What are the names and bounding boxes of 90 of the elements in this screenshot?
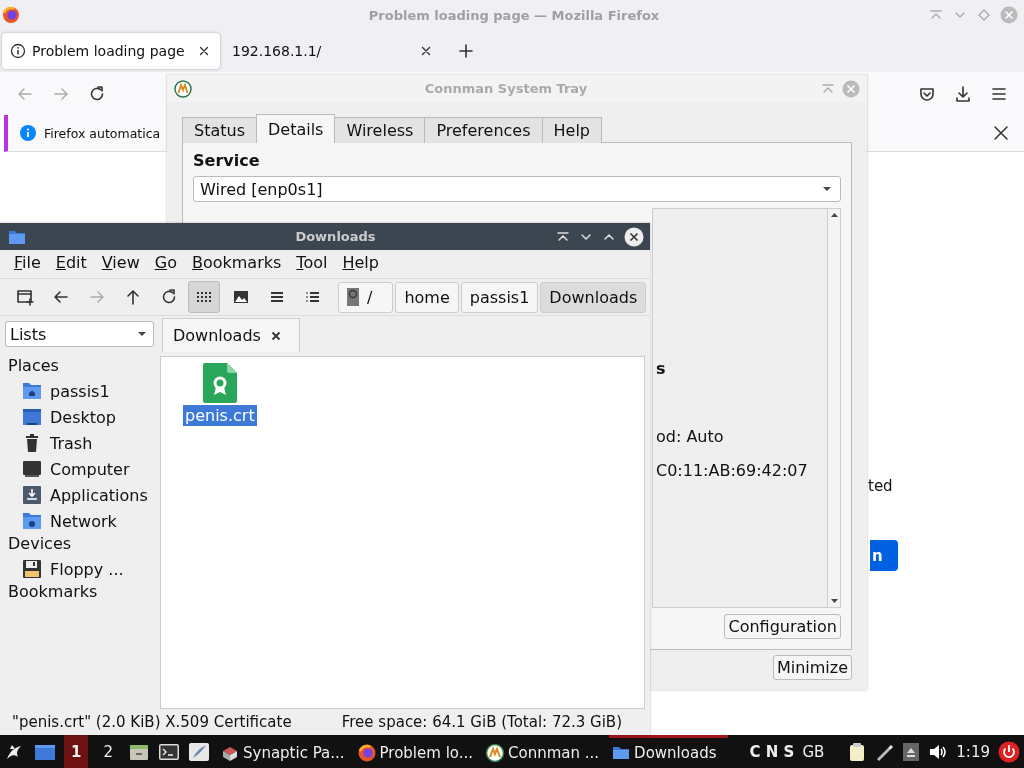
browser-logo-icon [356,743,377,763]
workspace-button[interactable]: 2 [96,735,120,768]
sidebar-item[interactable]: Floppy ... [8,556,158,582]
download-icon[interactable] [954,84,972,103]
free-space-text: Free space: 64.1 GiB (Total: 72.3 GiB) [341,713,622,731]
browser-tab[interactable]: Problem loading page [2,33,220,69]
sidebar-item[interactable]: Applications [8,482,158,508]
page-button[interactable]: n [870,540,898,571]
reload-icon[interactable] [160,288,178,306]
minimize-button[interactable]: Minimize [772,655,852,680]
window-title: Downloads [294,229,377,244]
keyboard-layout[interactable]: GB [802,742,825,761]
drive-icon [347,288,359,306]
workspace-button[interactable]: 1 [64,735,89,768]
menu-item[interactable]: Tool [296,252,328,272]
tab[interactable]: Details [256,114,336,143]
scroll-up-icon [829,212,839,218]
folder-icon [8,228,26,245]
folder-tab[interactable]: Downloads [162,318,300,352]
close-icon[interactable] [270,330,281,341]
detail-text: od: Auto [656,427,725,448]
power-icon[interactable] [998,740,1020,763]
side-pane-dropdown[interactable]: Lists [5,321,154,347]
lock-key-indicator: C N S [749,742,795,761]
tab[interactable]: Status [182,117,257,143]
home-folder-icon [22,381,42,401]
browser-tab[interactable]: 192.168.1.1/ [224,33,442,69]
sidebar-item[interactable]: Network [8,508,158,534]
page-text: ted [868,477,893,495]
menu-item[interactable]: File [14,252,41,272]
menu-item[interactable]: Bookmarks [191,252,282,272]
dropdown-arrow-icon [137,331,147,337]
file-name[interactable]: penis.crt [183,405,257,426]
info-icon [20,125,36,141]
detail-text: s [656,359,667,380]
reload-icon[interactable] [88,84,106,103]
terminal-icon[interactable] [158,741,180,762]
sidebar-heading[interactable]: Bookmarks [8,582,158,604]
detail-text: C0:11:AB:69:42:07 [656,461,809,482]
floppy-icon [22,559,42,579]
new-tab-icon[interactable] [458,43,474,59]
close-icon[interactable] [624,226,644,247]
task-button[interactable]: Connman ... [483,735,602,768]
certificate-file-icon[interactable] [202,363,237,403]
sidebar-item[interactable]: passis1 [8,378,158,404]
text-editor-icon[interactable] [188,741,210,762]
network-folder-icon [22,511,42,531]
path-button[interactable]: / [338,281,394,313]
sidebar-heading[interactable]: Places [8,356,158,378]
sidebar-item[interactable]: Computer [8,456,158,482]
menu-item[interactable]: Edit [55,252,87,272]
sidebar-item[interactable]: Trash [8,430,158,456]
tab[interactable]: Help [541,117,602,143]
scroll-down-icon [829,598,839,604]
sidebar-heading[interactable]: Devices [8,534,158,556]
info-icon [10,43,26,59]
path-button[interactable]: passis1 [460,281,539,313]
download-folder-icon [22,485,42,505]
network-app-icon [174,79,192,98]
network-tray-icon [485,743,506,763]
window-title: Problem loading page — Mozilla Firefox [367,7,661,23]
browser-logo-icon [2,6,20,24]
window-title: Connman System Tray [423,81,589,96]
task-button[interactable]: Problem lo... [354,735,476,768]
section-heading: Service [193,151,261,170]
configuration-button[interactable]: Configuration [724,614,841,639]
clock[interactable]: 1:19 [956,742,990,761]
service-dropdown[interactable]: Wired [enp0s1] [193,176,841,202]
computer-icon [22,459,42,479]
notification-text: Firefox automatica [44,125,161,141]
clipboard-icon[interactable] [848,741,867,762]
menu-item[interactable]: View [101,252,140,272]
menu-item[interactable]: Help [342,252,379,272]
status-text: "penis.crt" (2.0 KiB) X.509 Certificate [12,713,292,731]
menu-item[interactable]: Go [154,252,177,272]
image-icon [232,288,250,306]
close-icon[interactable] [992,124,1010,142]
task-button[interactable]: Synaptic Pa... [218,735,347,768]
up-icon[interactable] [124,288,142,306]
sidebar-item[interactable]: Desktop [8,404,158,430]
path-button[interactable]: home [395,281,459,313]
view-mode-button[interactable] [188,281,220,313]
scroll-bar[interactable] [827,209,840,607]
path-button[interactable]: Downloads [540,281,647,313]
tab[interactable]: Wireless [334,117,426,143]
new-tab-icon[interactable] [16,288,34,306]
dropdown-arrow-icon [822,186,832,192]
back-icon[interactable] [52,288,70,306]
tab[interactable]: Preferences [424,117,543,143]
desktop-icon [22,407,42,427]
